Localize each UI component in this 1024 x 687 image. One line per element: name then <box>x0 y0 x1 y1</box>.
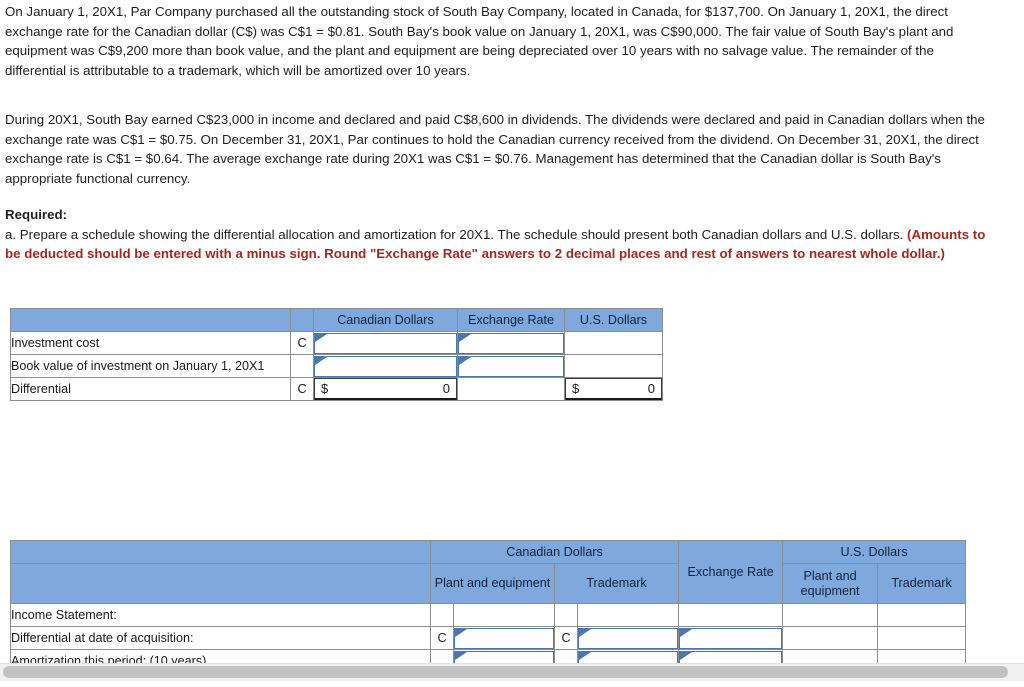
table2-cell-usd-pe <box>782 603 879 627</box>
table2-currency-prefix <box>554 603 578 627</box>
input-box[interactable] <box>458 355 564 377</box>
table2-currency-prefix <box>430 603 454 627</box>
table2-header-canadian-dollars: Canadian Dollars <box>429 540 680 564</box>
table-row: Differential at date of acquisition: C C <box>10 626 967 650</box>
table2-subheader-cad-trademark: Trademark <box>553 563 680 604</box>
table1-row-label-differential: Differential <box>10 377 291 401</box>
table1-input-canadian-book-value[interactable] <box>313 354 458 378</box>
table1-cell-rate-differential <box>457 377 565 401</box>
table1-total-canadian-differential: $ 0 <box>313 377 458 401</box>
differential-schedule-table: Canadian Dollars Exchange Rate U.S. Doll… <box>10 308 663 401</box>
required-task: a. Prepare a schedule showing the differ… <box>5 225 990 264</box>
input-box[interactable] <box>458 332 564 354</box>
table1-total-us-differential: $ 0 <box>564 377 663 401</box>
total-box: $ 0 <box>314 378 457 400</box>
table1-input-rate-investment-cost[interactable] <box>457 331 565 355</box>
table2-subheader-usd-trademark: Trademark <box>877 563 967 604</box>
input-box[interactable] <box>454 627 554 649</box>
table2-input-cad-pe-acquisition[interactable] <box>453 626 555 650</box>
input-box[interactable] <box>314 332 457 354</box>
table-row: Differential C $ 0 $ 0 <box>10 377 663 401</box>
table1-row-label-investment-cost: Investment cost <box>10 331 291 355</box>
table1-header-canadian-dollars: Canadian Dollars <box>313 308 458 332</box>
table2-header-exchange-rate: Exchange Rate <box>678 540 784 604</box>
amount-value: 0 <box>442 381 450 396</box>
table1-input-rate-book-value[interactable] <box>457 354 565 378</box>
input-box[interactable] <box>679 627 783 649</box>
required-heading: Required: <box>5 207 68 222</box>
table2-header-row-top: Canadian Dollars Exchange Rate U.S. Doll… <box>10 540 967 604</box>
table1-currency-prefix: C <box>290 377 314 401</box>
table1-header-us-dollars: U.S. Dollars <box>564 308 663 332</box>
amount-value: 0 <box>647 381 655 396</box>
table-row: Investment cost C <box>10 331 663 355</box>
table2-row-label-income-statement: Income Statement: <box>10 603 431 627</box>
table1-cell-us-investment-cost <box>564 331 663 355</box>
table2-cell-cad-tm <box>576 603 680 627</box>
input-box[interactable] <box>578 627 679 649</box>
table1-header-prefix <box>290 308 314 332</box>
table2-cell-usd-tm <box>877 603 967 627</box>
table2-cell-rate <box>678 603 784 627</box>
table2-subheader-cad-plant-equipment: Plant and equipment <box>430 563 555 604</box>
differential-amortization-table: Canadian Dollars Exchange Rate U.S. Doll… <box>10 540 967 673</box>
problem-paragraph-2: During 20X1, South Bay earned C$23,000 i… <box>5 112 985 186</box>
table2-header-us-dollars: U.S. Dollars <box>782 540 967 564</box>
horizontal-scrollbar-thumb[interactable] <box>3 666 1008 678</box>
table1-header-row: Canadian Dollars Exchange Rate U.S. Doll… <box>10 308 663 332</box>
total-box: $ 0 <box>565 378 662 400</box>
table2-cell-usd-tm-acquisition <box>877 626 967 650</box>
problem-paragraph-1: On January 1, 20X1, Par Company purchase… <box>5 4 954 78</box>
table2-subheader-label <box>10 563 431 604</box>
table1-row-label-book-value: Book value of investment on January 1, 2… <box>10 354 291 378</box>
table2-subheader-usd-plant-equipment: Plant and equipment <box>782 563 879 604</box>
table1-currency-prefix <box>290 354 314 378</box>
table2-currency-prefix: C <box>430 626 454 650</box>
table1-input-canadian-investment-cost[interactable] <box>313 331 458 355</box>
table2-currency-prefix: C <box>554 626 578 650</box>
table2-cell-usd-pe-acquisition <box>782 626 879 650</box>
currency-symbol: $ <box>321 381 329 396</box>
table-row: Income Statement: <box>10 603 967 627</box>
table1-header-exchange-rate: Exchange Rate <box>457 308 565 332</box>
table-row: Book value of investment on January 1, 2… <box>10 354 663 378</box>
horizontal-scrollbar-track[interactable] <box>0 663 1024 681</box>
required-task-text: a. Prepare a schedule showing the differ… <box>5 226 908 242</box>
table2-row-label-differential-at-acquisition: Differential at date of acquisition: <box>10 626 431 650</box>
required-section: Required: a. Prepare a schedule showing … <box>5 205 990 264</box>
currency-symbol: $ <box>572 381 580 396</box>
table1-cell-us-book-value <box>564 354 663 378</box>
table2-header-label <box>10 540 431 564</box>
table2-input-cad-tm-acquisition[interactable] <box>576 626 680 650</box>
table1-header-label <box>10 308 291 332</box>
table2-input-rate-acquisition[interactable] <box>678 626 784 650</box>
table2-header-row-sub: Plant and equipment Trademark Plant and … <box>10 563 967 604</box>
table1-currency-prefix: C <box>290 331 314 355</box>
table2-cell-cad-pe <box>453 603 555 627</box>
input-box[interactable] <box>314 355 457 377</box>
